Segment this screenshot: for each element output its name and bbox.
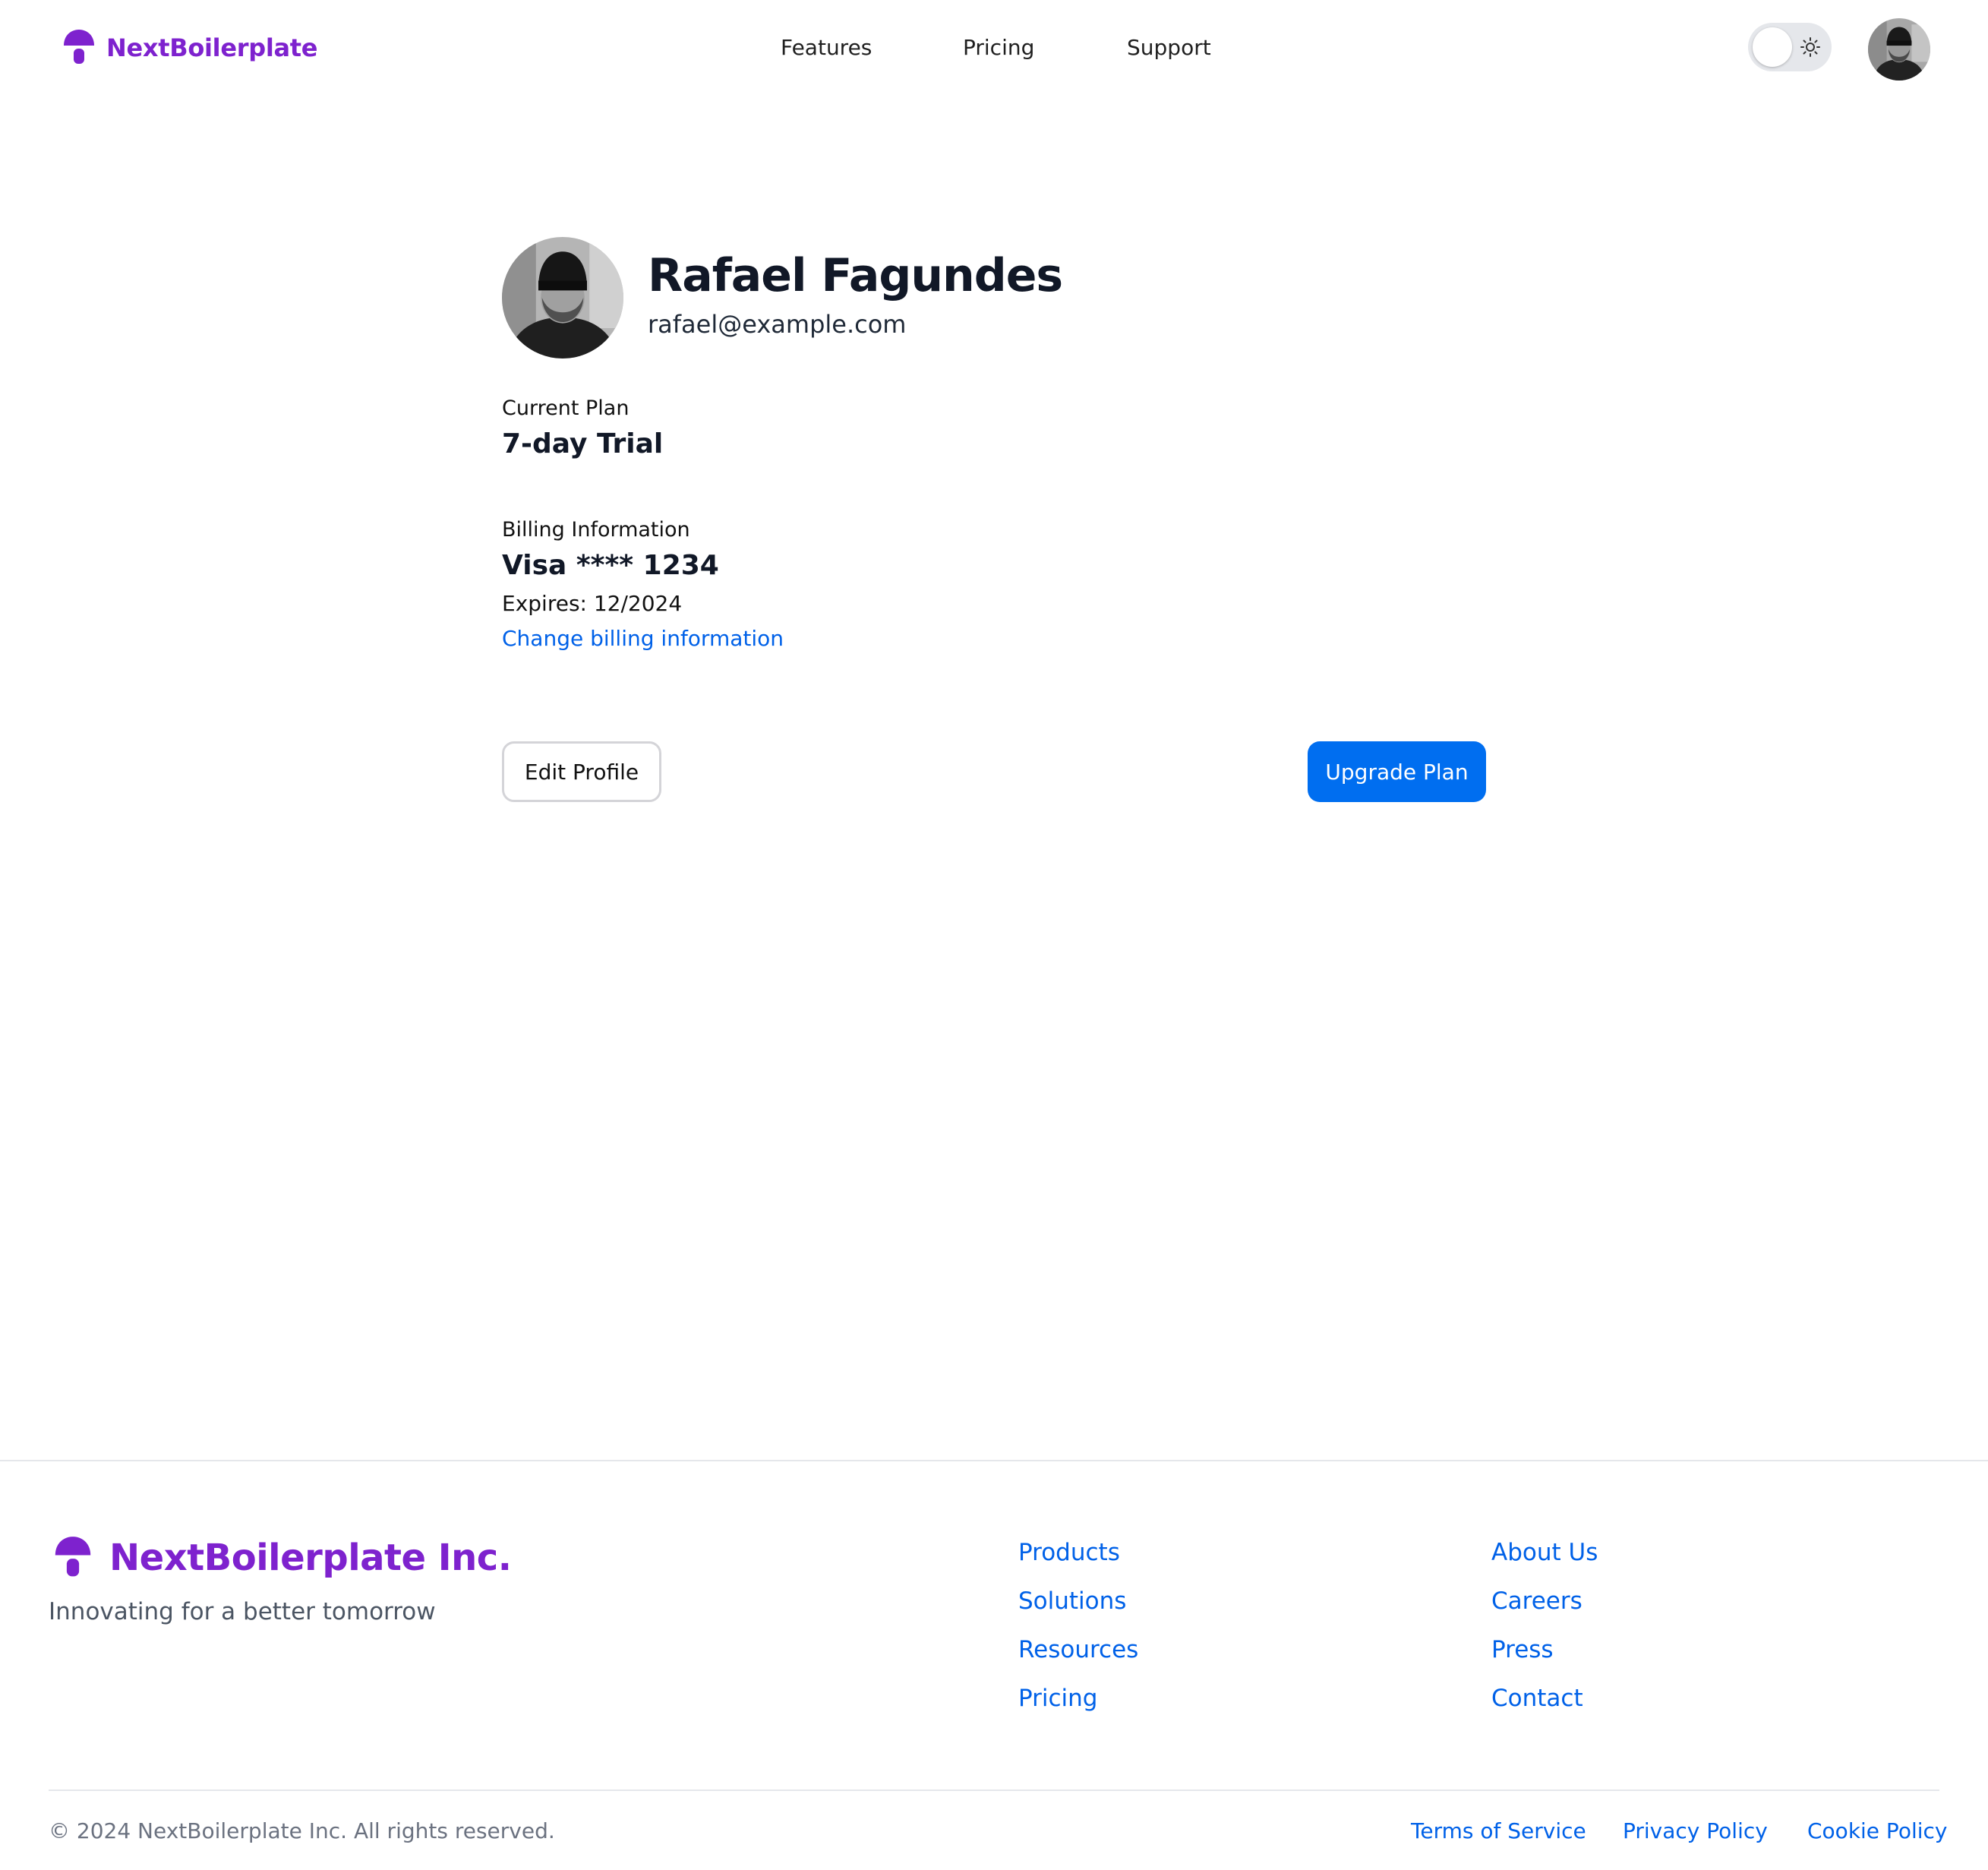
footer-link-about[interactable]: About Us [1491,1537,1598,1586]
current-plan-label: Current Plan [502,396,630,420]
cookie-policy-link[interactable]: Cookie Policy [1807,1818,1947,1843]
footer-link-press[interactable]: Press [1491,1635,1598,1683]
footer-mushroom-logo-icon [55,1537,91,1577]
brand-logo-link[interactable]: NextBoilerplate [62,29,318,67]
change-billing-link[interactable]: Change billing information [502,626,784,651]
footer-links-products: Products Solutions Resources Pricing [1018,1537,1138,1732]
footer-bottom-divider [49,1789,1939,1791]
upgrade-plan-button[interactable]: Upgrade Plan [1308,741,1486,802]
toggle-knob [1753,27,1792,67]
profile-name: Rafael Fagundes [648,249,1063,302]
billing-card: Visa **** 1234 [502,550,719,581]
footer-link-solutions[interactable]: Solutions [1018,1586,1138,1635]
avatar-photo [1868,18,1930,81]
mushroom-logo-icon [64,30,94,64]
footer-links-company: About Us Careers Press Contact [1491,1537,1598,1732]
footer-link-pricing[interactable]: Pricing [1018,1683,1138,1732]
footer-brand-name: NextBoilerplate Inc. [109,1537,512,1579]
footer-link-careers[interactable]: Careers [1491,1586,1598,1635]
brand-name: NextBoilerplate [106,33,318,62]
theme-toggle[interactable] [1748,23,1832,71]
footer-link-resources[interactable]: Resources [1018,1635,1138,1683]
nav-link-pricing[interactable]: Pricing [963,35,1034,60]
footer-divider [0,1460,1988,1461]
privacy-policy-link[interactable]: Privacy Policy [1623,1818,1768,1843]
current-plan-value: 7-day Trial [502,428,664,460]
page: NextBoilerplate Features Pricing Support [0,0,1988,1870]
profile-avatar-photo [502,237,623,359]
sun-icon [1800,37,1820,57]
copyright-text: © 2024 NextBoilerplate Inc. All rights r… [49,1818,555,1843]
footer-brand: NextBoilerplate Inc. [53,1536,512,1580]
billing-expiry: Expires: 12/2024 [502,591,683,616]
billing-info-label: Billing Information [502,518,690,542]
footer-tagline: Innovating for a better tomorrow [49,1598,436,1625]
edit-profile-button[interactable]: Edit Profile [502,741,661,802]
profile-email: rafael@example.com [648,310,907,339]
footer-link-products[interactable]: Products [1018,1537,1138,1586]
nav-link-support[interactable]: Support [1127,35,1211,60]
top-navbar: NextBoilerplate Features Pricing Support [0,0,1988,99]
profile-avatar [502,237,623,359]
terms-of-service-link[interactable]: Terms of Service [1411,1818,1586,1843]
footer-link-contact[interactable]: Contact [1491,1683,1598,1732]
nav-link-features[interactable]: Features [781,35,872,60]
user-avatar-button[interactable] [1868,18,1930,81]
